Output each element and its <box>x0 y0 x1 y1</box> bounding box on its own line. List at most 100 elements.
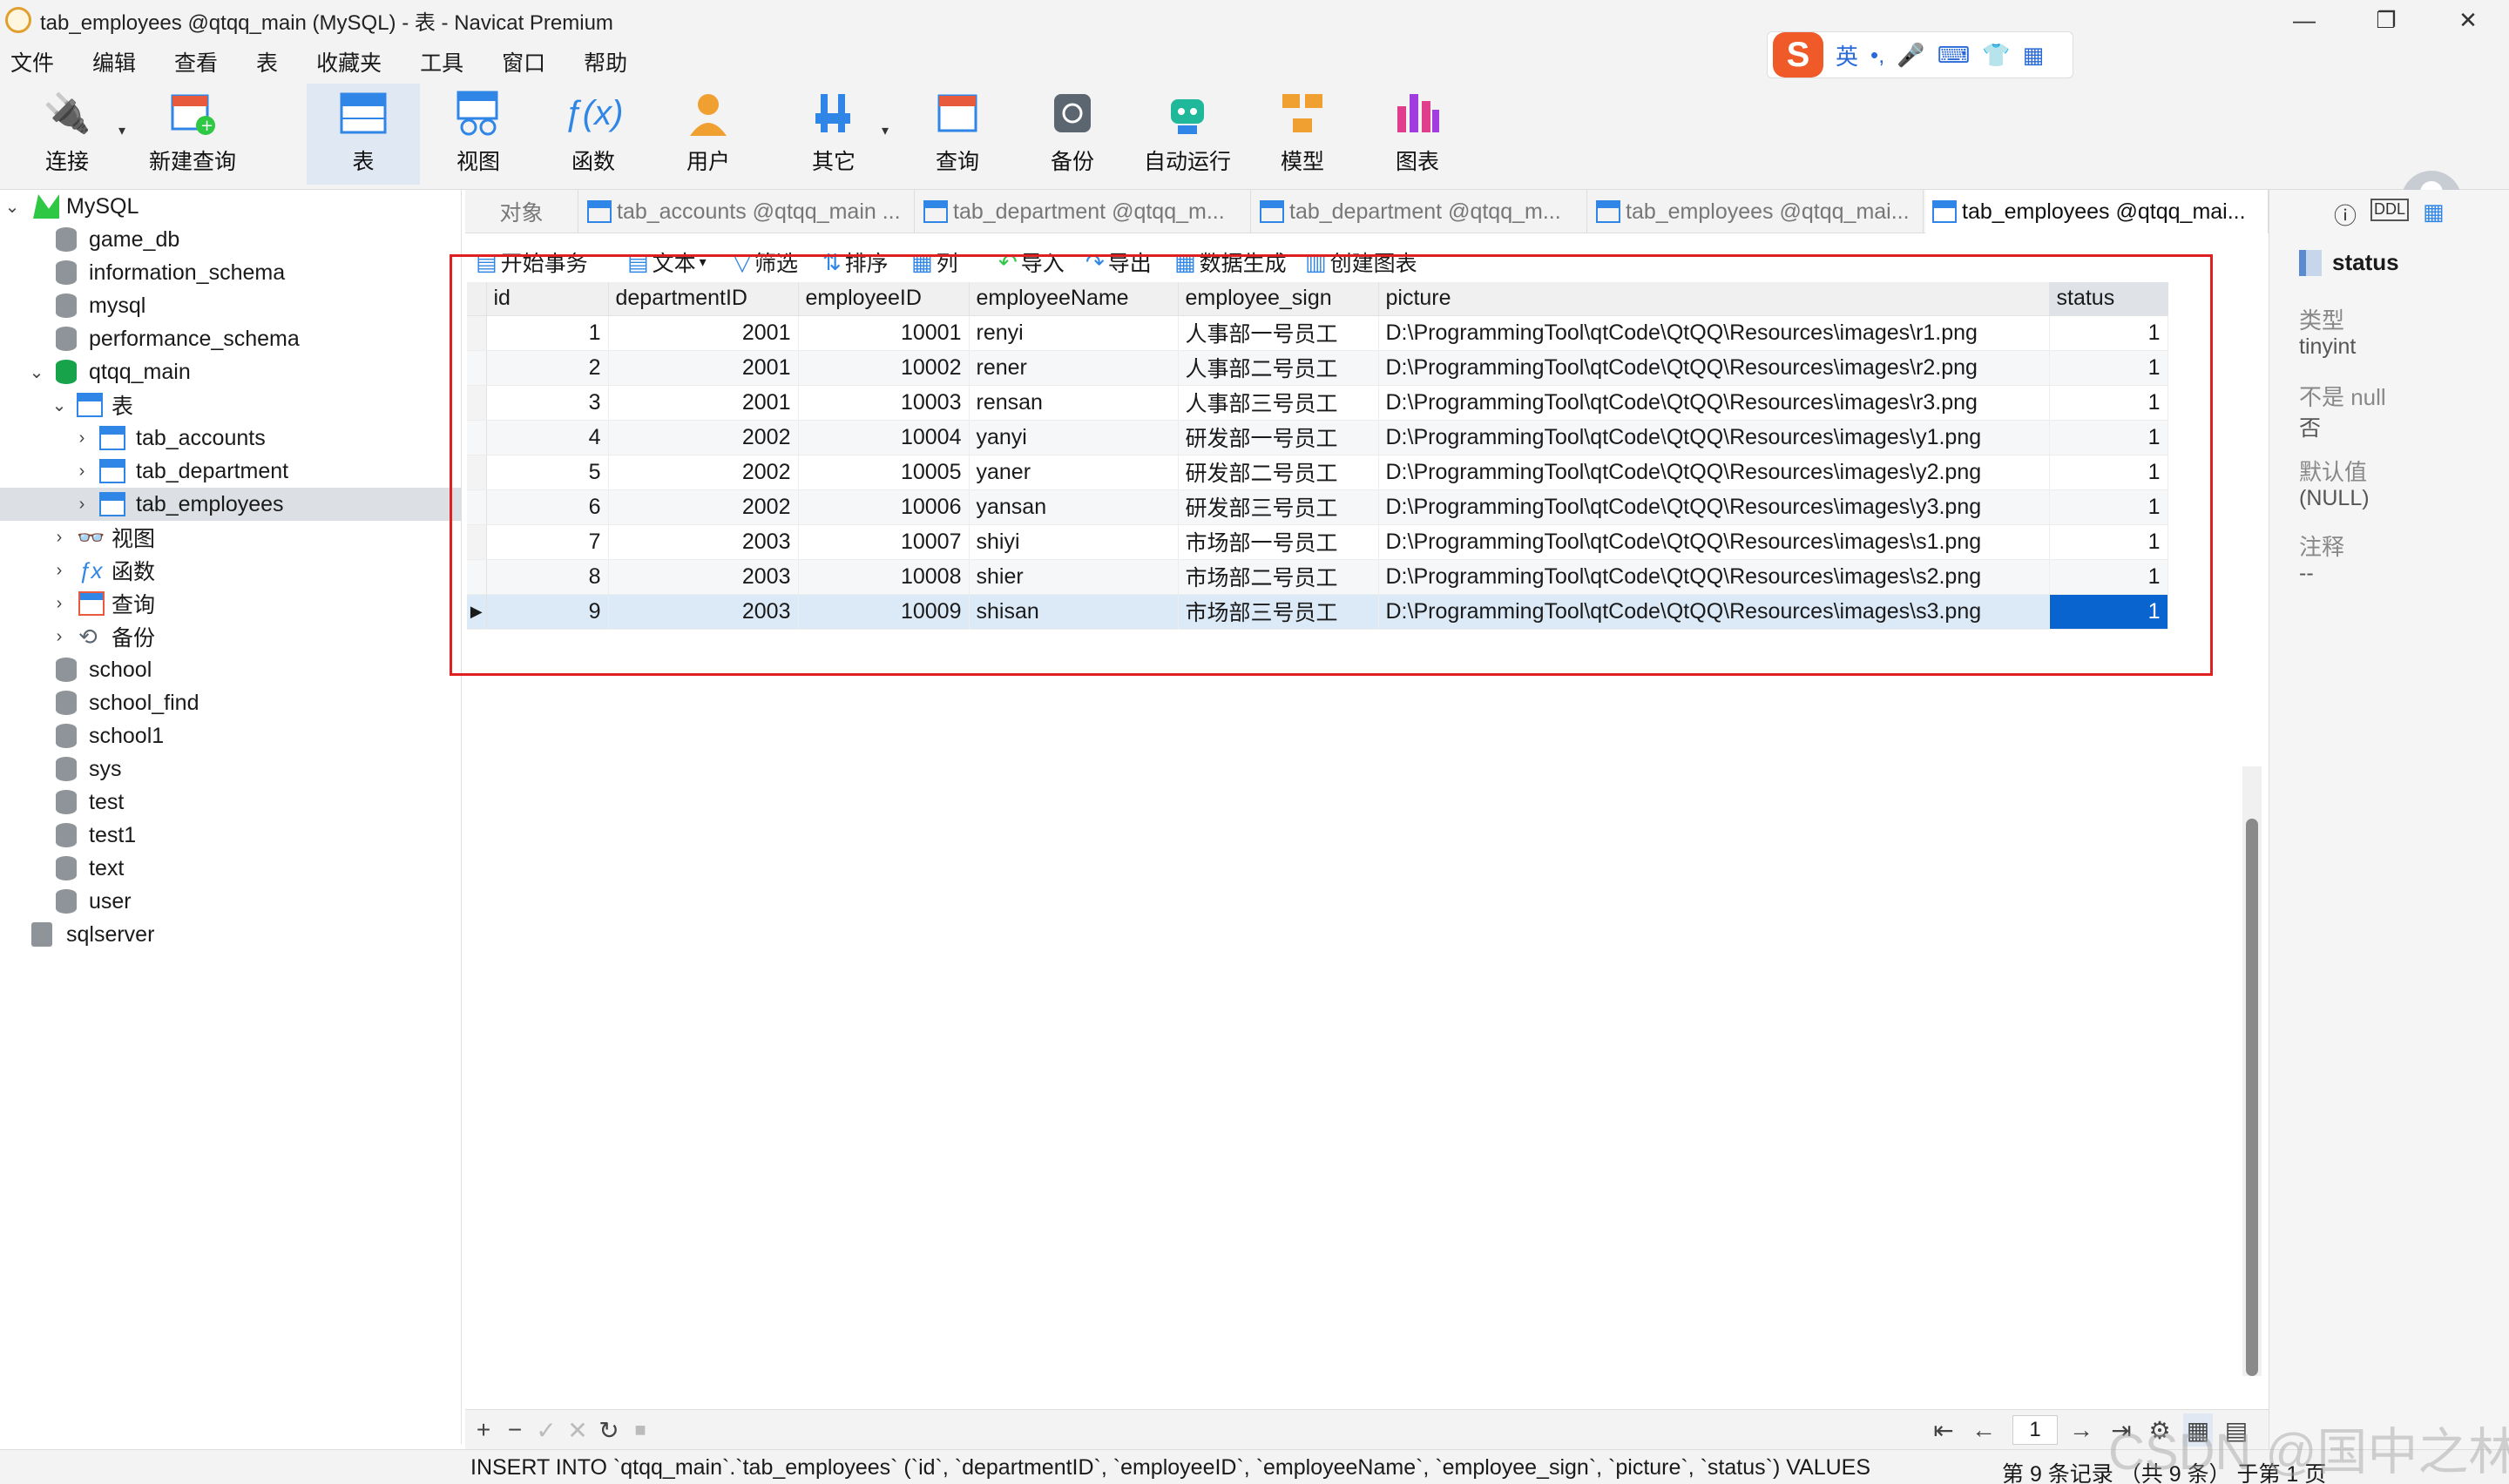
row-indicator[interactable] <box>467 350 487 386</box>
cell-departmentid[interactable]: 2002 <box>608 420 799 455</box>
user-button[interactable]: 用户 <box>652 84 765 185</box>
menu-view[interactable]: 查看 <box>155 46 237 78</box>
page-number-input[interactable]: 1 <box>2012 1415 2058 1445</box>
restore-button[interactable]: ❐ <box>2345 0 2427 40</box>
cell-status[interactable]: 1 <box>2049 455 2168 490</box>
tree-node-queries[interactable]: › 查询 <box>0 587 462 620</box>
cell-employee-sign[interactable]: 市场部二号员工 <box>1178 559 1379 595</box>
tree-node-db[interactable]: text <box>0 852 462 885</box>
chevron-right-icon[interactable]: › <box>73 428 91 449</box>
cell-id[interactable]: 4 <box>486 420 609 455</box>
chevron-right-icon[interactable]: › <box>51 594 68 614</box>
row-indicator[interactable] <box>467 315 487 351</box>
column-header-id[interactable]: id <box>486 282 609 316</box>
cell-employee-sign[interactable]: 研发部二号员工 <box>1178 455 1379 490</box>
table-row[interactable]: 3 2001 10003 rensan 人事部三号员工 D:\Programmi… <box>467 385 2168 421</box>
table-button[interactable]: 表 <box>307 84 420 185</box>
chevron-down-icon[interactable]: ⌄ <box>3 196 21 218</box>
cell-picture[interactable]: D:\ProgrammingTool\qtCode\QtQQ\Resources… <box>1378 350 2050 386</box>
ime-punct-toggle[interactable]: •, <box>1870 42 1884 69</box>
create-chart-button[interactable]: ▥ 创建图表 <box>1305 244 1417 280</box>
tree-node-db[interactable]: school_find <box>0 686 462 719</box>
tab-tab-employees-active[interactable]: tab_employees @qtqq_mai... <box>1925 190 2269 233</box>
row-indicator[interactable] <box>467 455 487 490</box>
view-button[interactable]: 视图 <box>422 84 535 185</box>
cell-picture[interactable]: D:\ProgrammingTool\qtCode\QtQQ\Resources… <box>1378 315 2050 351</box>
menu-edit[interactable]: 编辑 <box>73 46 155 78</box>
column-header-employeename[interactable]: employeeName <box>969 282 1179 316</box>
cell-employee-sign[interactable]: 市场部一号员工 <box>1178 524 1379 560</box>
cell-departmentid[interactable]: 2002 <box>608 489 799 525</box>
tree-node-table[interactable]: › tab_accounts <box>0 422 462 455</box>
cell-departmentid[interactable]: 2001 <box>608 315 799 351</box>
cell-employee-sign[interactable]: 市场部三号员工 <box>1178 594 1379 630</box>
chevron-right-icon[interactable]: › <box>73 462 91 482</box>
chevron-right-icon[interactable]: › <box>51 528 68 548</box>
row-indicator[interactable] <box>467 524 487 560</box>
cell-employeeid[interactable]: 10004 <box>798 420 970 455</box>
tree-node-db[interactable]: information_schema <box>0 256 462 289</box>
cell-employeeid[interactable]: 10005 <box>798 455 970 490</box>
cell-departmentid[interactable]: 2003 <box>608 559 799 595</box>
close-button[interactable]: ✕ <box>2427 0 2509 40</box>
ime-toolbar[interactable]: S 英 •, 🎤 ⌨ 👕 ▦ <box>1767 31 2073 78</box>
other-dropdown-icon[interactable]: ▾ <box>882 122 889 139</box>
tree-node-tables[interactable]: ⌄ 表 <box>0 388 462 422</box>
cell-employeename[interactable]: shisan <box>969 594 1179 630</box>
tree-node-db[interactable]: game_db <box>0 223 462 256</box>
chevron-right-icon[interactable]: › <box>51 627 68 647</box>
cell-employeeid[interactable]: 10006 <box>798 489 970 525</box>
filter-button[interactable]: ▽ 筛选 <box>734 244 798 280</box>
cell-id[interactable]: 2 <box>486 350 609 386</box>
tree-node-db[interactable]: school <box>0 653 462 686</box>
table-row[interactable]: 2 2001 10002 rener 人事部二号员工 D:\Programmin… <box>467 350 2168 386</box>
current-row-indicator-icon[interactable]: ▶ <box>467 594 487 630</box>
cell-employee-sign[interactable]: 研发部一号员工 <box>1178 420 1379 455</box>
cell-departmentid[interactable]: 2003 <box>608 594 799 630</box>
apply-changes-button[interactable]: ✓ <box>531 1413 561 1447</box>
table-row[interactable]: 1 2001 10001 renyi 人事部一号员工 D:\Programmin… <box>467 315 2168 351</box>
add-record-button[interactable]: + <box>469 1413 498 1447</box>
cell-status[interactable]: 1 <box>2049 350 2168 386</box>
cell-status[interactable]: 1 <box>2049 385 2168 421</box>
begin-transaction-button[interactable]: ▤ 开始事务 <box>476 244 588 280</box>
info-icon[interactable]: ⓘ <box>2334 199 2357 231</box>
ddl-icon[interactable]: DDL <box>2370 199 2410 221</box>
table-row-current[interactable]: ▶ 9 2003 10009 shisan 市场部三号员工 D:\Program… <box>467 594 2168 630</box>
columns-button[interactable]: ▦ 列 <box>911 244 958 280</box>
row-indicator[interactable] <box>467 559 487 595</box>
tree-node-open-db[interactable]: ⌄ qtqq_main <box>0 355 462 388</box>
cell-employeeid[interactable]: 10007 <box>798 524 970 560</box>
delete-record-button[interactable]: − <box>500 1413 530 1447</box>
data-grid[interactable]: id departmentID employeeID employeeName … <box>467 282 2168 630</box>
skin-icon[interactable]: 👕 <box>1982 42 2010 69</box>
export-button[interactable]: ↷ 导出 <box>1085 244 1152 280</box>
first-page-button[interactable]: ⇤ <box>1929 1413 1958 1447</box>
tree-node-table-selected[interactable]: › tab_employees <box>0 488 462 521</box>
cell-employeeid[interactable]: 10009 <box>798 594 970 630</box>
cell-status[interactable]: 1 <box>2049 315 2168 351</box>
column-header-employee-sign[interactable]: employee_sign <box>1178 282 1379 316</box>
function-button[interactable]: ƒ(x) 函数 <box>537 84 650 185</box>
chevron-down-icon[interactable]: ⌄ <box>51 395 68 416</box>
cell-picture[interactable]: D:\ProgrammingTool\qtCode\QtQQ\Resources… <box>1378 385 2050 421</box>
cell-employeename[interactable]: renyi <box>969 315 1179 351</box>
menu-table[interactable]: 表 <box>237 46 297 78</box>
tree-node-db[interactable]: test <box>0 786 462 819</box>
tab-objects[interactable]: 对象 <box>465 190 578 233</box>
row-indicator[interactable] <box>467 420 487 455</box>
tree-node-views[interactable]: › 👓 视图 <box>0 521 462 554</box>
cell-employeename[interactable]: shier <box>969 559 1179 595</box>
row-indicator[interactable] <box>467 489 487 525</box>
minimize-button[interactable]: — <box>2263 0 2345 40</box>
cell-id[interactable]: 5 <box>486 455 609 490</box>
cell-employee-sign[interactable]: 人事部三号员工 <box>1178 385 1379 421</box>
table-row[interactable]: 6 2002 10006 yansan 研发部三号员工 D:\Programmi… <box>467 489 2168 525</box>
cell-employeename[interactable]: shiyi <box>969 524 1179 560</box>
column-header-departmentid[interactable]: departmentID <box>608 282 799 316</box>
cell-id[interactable]: 9 <box>486 594 609 630</box>
stop-button[interactable]: ■ <box>626 1413 655 1447</box>
chevron-down-icon[interactable]: ⌄ <box>28 361 45 383</box>
automation-button[interactable]: 自动运行 <box>1131 84 1244 185</box>
cell-id[interactable]: 8 <box>486 559 609 595</box>
